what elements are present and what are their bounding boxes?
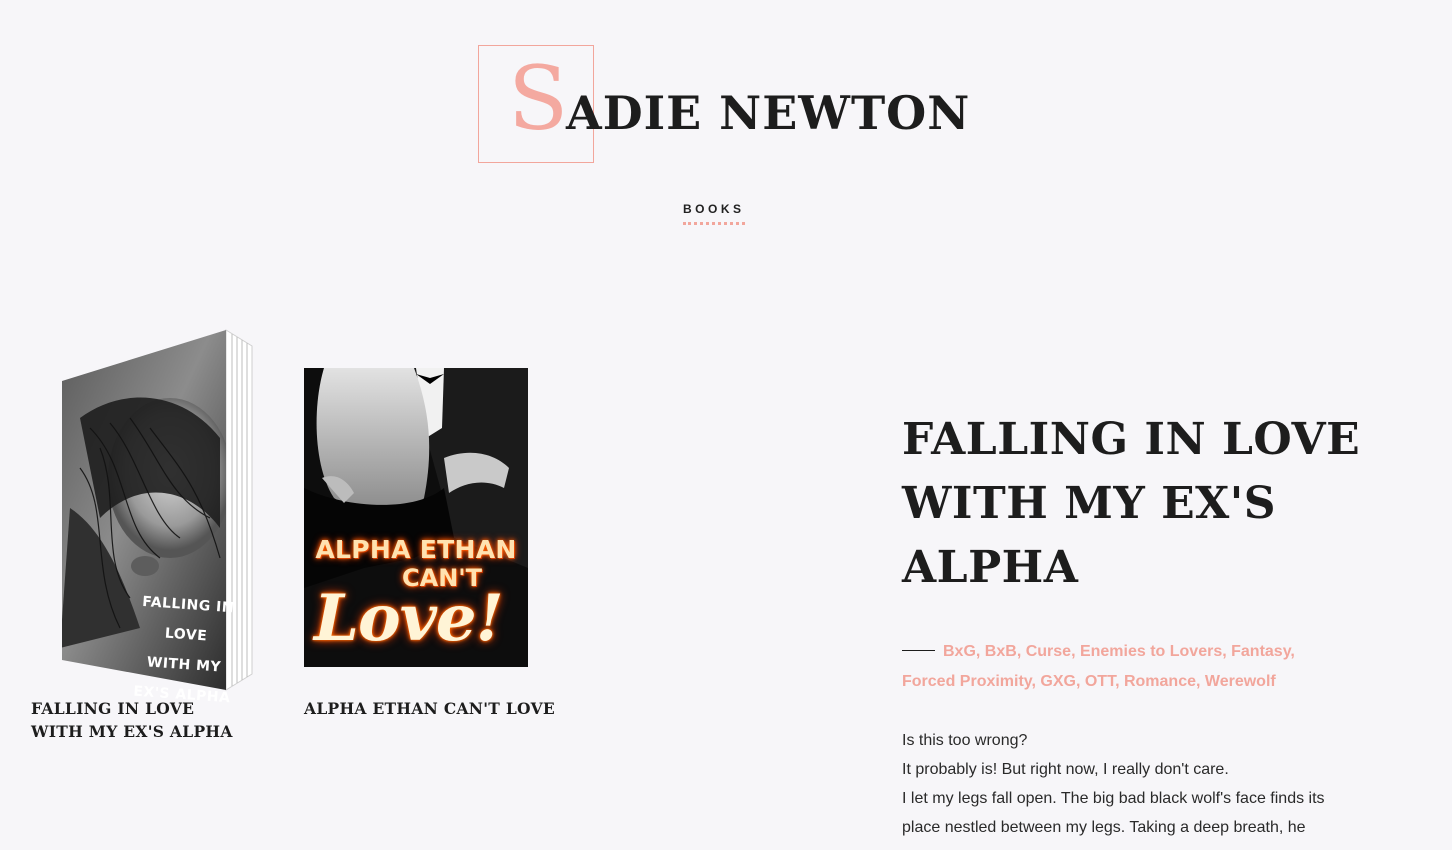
featured-book-title: FALLING IN LOVE WITH MY EX'S ALPHA: [902, 414, 1361, 593]
genre-link[interactable]: BxB: [985, 643, 1017, 660]
genre-link[interactable]: Werewolf: [1205, 673, 1276, 690]
book2-cover-line-3: Love!: [314, 581, 504, 656]
site-logo[interactable]: S ADIE NEWTON: [478, 45, 978, 165]
excerpt-line: Is this too wrong?: [902, 732, 1028, 749]
genre-link[interactable]: Enemies to Lovers: [1080, 643, 1222, 660]
genre-link[interactable]: Curse: [1026, 643, 1071, 660]
excerpt-line: I let my legs fall open. The big bad bla…: [902, 790, 1325, 836]
genre-link[interactable]: Forced Proximity: [902, 673, 1032, 690]
logo-initial: S: [508, 47, 569, 150]
excerpt-line: It probably is! But right now, I really …: [902, 761, 1229, 778]
genre-link[interactable]: OTT: [1085, 673, 1115, 690]
book-title-alpha-ethan[interactable]: ALPHA ETHAN CAN'T LOVE: [304, 697, 555, 720]
nav-books-link[interactable]: BOOKS: [683, 202, 745, 225]
book2-cover-line-1: ALPHA ETHAN: [315, 535, 517, 564]
book-cover-falling-in-love[interactable]: FALLING IN LOVE WITH MY EX'S ALPHA: [60, 328, 256, 706]
genre-link[interactable]: BxG: [943, 643, 976, 660]
book1-cover-text: FALLING IN LOVE WITH MY EX'S ALPHA: [126, 586, 244, 713]
genre-list: BxG, BxB, Curse, Enemies to Lovers, Fant…: [902, 643, 1295, 690]
genre-link[interactable]: GXG: [1040, 673, 1076, 690]
book1-cover-line-1: FALLING IN LOVE: [141, 593, 235, 645]
logo-text: ADIE NEWTON: [566, 86, 971, 140]
book-cover-alpha-ethan[interactable]: ALPHA ETHAN CAN'T Love!: [304, 368, 528, 667]
genre-link[interactable]: Romance: [1124, 673, 1196, 690]
book-title-falling-in-love[interactable]: FALLING IN LOVE WITH MY EX'S ALPHA: [31, 697, 246, 743]
genre-dash: [902, 649, 935, 651]
genre-link[interactable]: Fantasy: [1231, 643, 1290, 660]
book-excerpt: Is this too wrong? It probably is! But r…: [902, 726, 1342, 842]
